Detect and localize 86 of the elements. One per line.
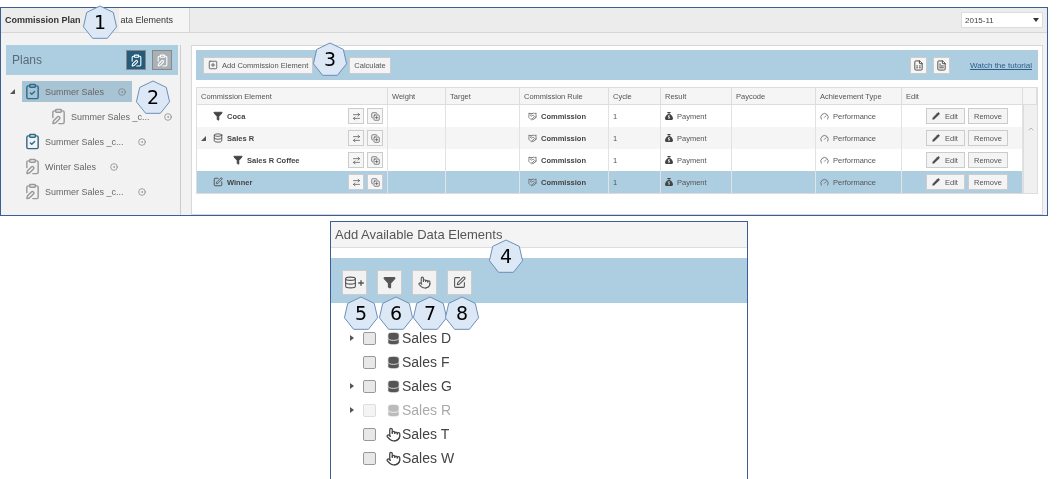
gauge-icon (820, 177, 829, 187)
copy-add-icon[interactable] (367, 174, 383, 190)
handshake-icon (528, 111, 537, 121)
plan-item[interactable]: Summer Sales _c... (22, 181, 152, 202)
expand-caret-icon[interactable] (349, 382, 355, 389)
checkbox[interactable] (363, 427, 376, 441)
clipboard-check-icon (24, 133, 41, 150)
swap-icon[interactable] (348, 130, 364, 146)
gauge-icon (820, 111, 829, 121)
dropdown-icon[interactable] (163, 112, 172, 121)
formula-icon (213, 177, 223, 187)
handshake-icon (528, 155, 537, 165)
callout-badge: 5 (343, 295, 379, 331)
swap-icon[interactable] (348, 174, 364, 190)
swap-icon[interactable] (348, 152, 364, 168)
checkbox[interactable] (363, 379, 376, 393)
add-formula-icon[interactable] (447, 270, 472, 295)
period-select[interactable]: 2015-11 (961, 12, 1043, 28)
pencil-icon (932, 178, 940, 186)
money-bag-icon (665, 112, 673, 120)
filter-icon (213, 111, 223, 121)
callout-badge: 2 (135, 79, 171, 115)
tab[interactable]: ata Elements (118, 8, 191, 32)
dropdown-icon[interactable] (110, 162, 119, 171)
pdf-export-icon[interactable] (933, 56, 951, 74)
callout-badge: 6 (378, 295, 414, 331)
panel-title: Plans (12, 53, 43, 67)
clipboard-pen-icon (24, 183, 41, 200)
database-icon (386, 378, 401, 394)
plan-item[interactable]: Winter Sales (22, 156, 125, 177)
copy-add-icon[interactable] (367, 108, 383, 124)
add-filter-icon[interactable] (377, 270, 402, 295)
pencil-icon (932, 112, 940, 120)
callout-badge: 4 (488, 238, 524, 274)
dropdown-icon[interactable] (137, 187, 146, 196)
handshake-icon (528, 133, 537, 143)
add-database-icon[interactable] (342, 270, 367, 295)
clipboard-check-icon (24, 83, 41, 100)
data-element-item[interactable]: Sales W (386, 450, 455, 466)
clipboard-pen-icon (24, 158, 41, 175)
callout-badge: 3 (312, 41, 348, 77)
expand-caret-icon[interactable] (10, 89, 15, 94)
tutorial-link[interactable]: Watch the tutorial (970, 60, 1032, 70)
handshake-icon (528, 177, 537, 187)
data-element-item[interactable]: Sales F (386, 354, 450, 370)
filter-icon (233, 155, 243, 165)
dropdown-icon (1033, 17, 1039, 23)
add-plan-icon[interactable] (126, 50, 146, 70)
copy-add-icon[interactable] (367, 130, 383, 146)
dropdown-icon[interactable] (137, 137, 146, 146)
gauge-icon (820, 133, 829, 143)
excel-export-icon[interactable] (910, 56, 928, 74)
database-icon (386, 354, 401, 370)
callout-badge: 1 (82, 4, 118, 40)
scrollbar[interactable] (1023, 105, 1037, 193)
data-element-item[interactable]: Sales G (386, 378, 452, 394)
pencil-icon (932, 156, 940, 164)
dropdown-icon[interactable] (118, 87, 127, 96)
callout-badge: 7 (412, 295, 448, 331)
data-element-item[interactable]: Sales T (386, 426, 450, 442)
gauge-icon (820, 155, 829, 165)
checkbox[interactable] (363, 331, 376, 345)
pointer-icon (386, 426, 401, 442)
database-icon (386, 402, 401, 418)
clipboard-pen-icon (50, 108, 67, 125)
scroll-up-icon[interactable] (1026, 125, 1035, 133)
swap-icon[interactable] (348, 108, 364, 124)
database-icon (213, 133, 223, 143)
money-bag-icon (665, 156, 673, 164)
copy-add-icon[interactable] (367, 152, 383, 168)
money-bag-icon (665, 178, 673, 186)
plan-item[interactable]: Summer Sales _c... (22, 131, 152, 152)
expand-caret-icon[interactable] (201, 135, 206, 141)
expand-caret-icon[interactable] (349, 334, 355, 341)
add-sub-plan-icon[interactable] (152, 50, 172, 70)
callout-badge: 8 (444, 295, 480, 331)
checkbox[interactable] (363, 451, 376, 465)
dialog-title: Add Available Data Elements (331, 222, 747, 248)
add-touch-icon[interactable] (412, 270, 437, 295)
plus-icon (208, 60, 218, 70)
money-bag-icon (665, 134, 673, 142)
pointer-icon (386, 450, 401, 466)
checkbox[interactable] (363, 355, 376, 369)
data-element-item[interactable]: Sales D (386, 330, 452, 346)
database-icon (386, 330, 401, 346)
pencil-icon (932, 134, 940, 142)
